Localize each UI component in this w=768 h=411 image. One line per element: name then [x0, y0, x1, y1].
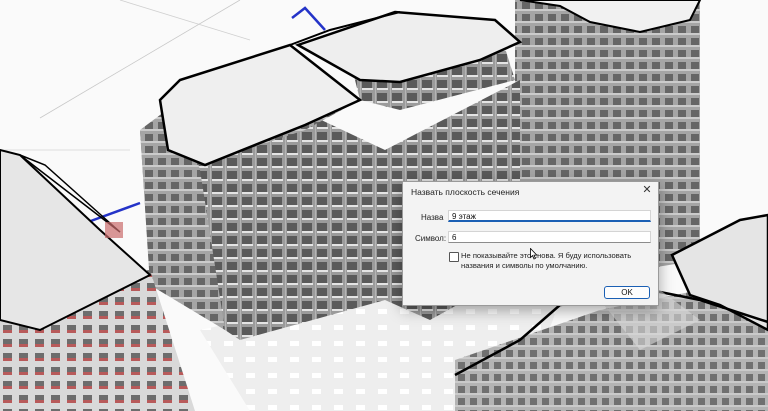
name-input[interactable]: 9 этаж [448, 210, 651, 222]
symbol-input[interactable]: 6 [448, 231, 651, 243]
dialog-title: Назвать плоскость сечения [411, 187, 520, 197]
dont-show-again-label: Не показывайте это снова. Я буду использ… [461, 251, 632, 270]
close-icon[interactable]: ✕ [640, 184, 654, 197]
dont-show-again-checkbox[interactable] [449, 252, 459, 262]
name-label: Назва [421, 213, 444, 222]
ok-button[interactable]: OK [604, 286, 650, 299]
mouse-cursor-icon [530, 248, 538, 260]
name-section-plane-dialog: Назвать плоскость сечения ✕ Назва 9 этаж… [402, 181, 659, 306]
symbol-label: Символ: [415, 234, 447, 243]
